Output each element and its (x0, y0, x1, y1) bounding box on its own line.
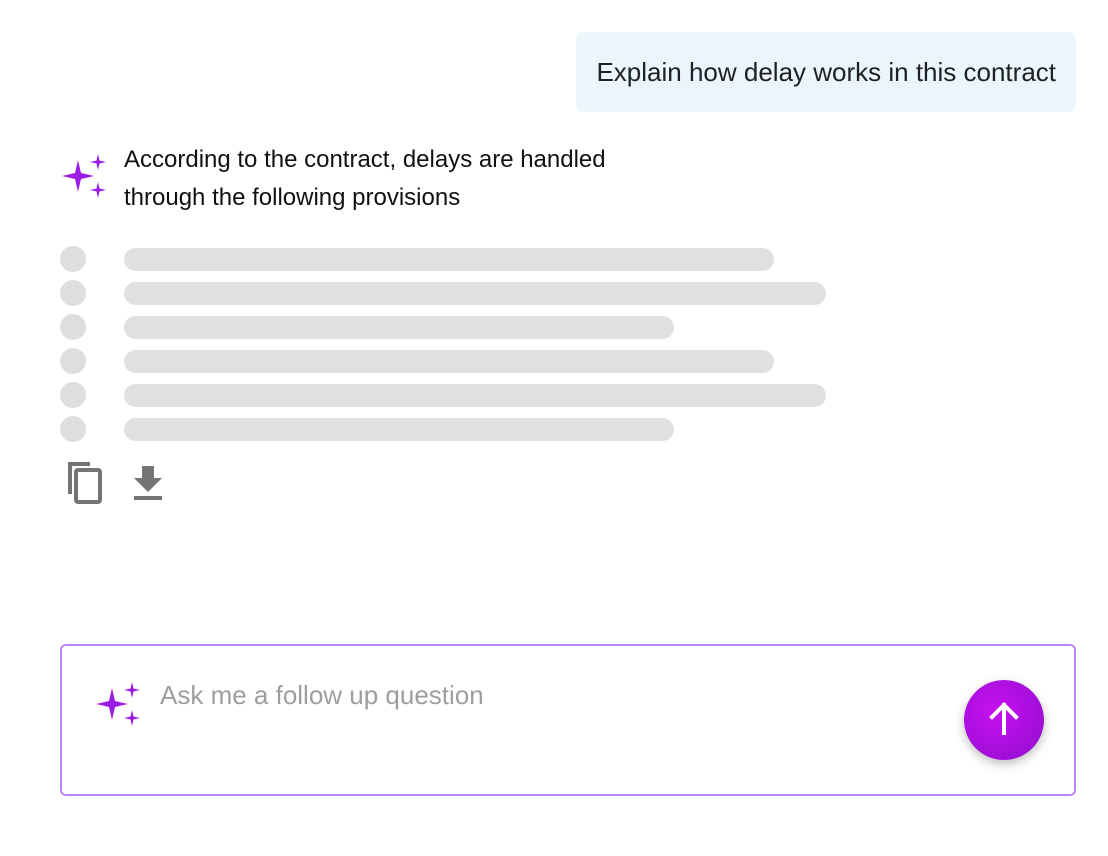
send-button[interactable] (964, 680, 1044, 760)
skeleton-row (60, 246, 826, 272)
user-message-bubble: Explain how delay works in this contract (576, 32, 1076, 112)
copy-button[interactable] (60, 460, 108, 508)
assistant-message: According to the contract, delays are ha… (124, 141, 684, 217)
skeleton-bullet (60, 382, 86, 408)
skeleton-line (124, 417, 674, 441)
skeleton-row (60, 314, 826, 340)
arrow-up-icon (984, 699, 1024, 742)
skeleton-line (124, 247, 774, 271)
assistant-message-line: According to the contract, delays are ha… (124, 146, 606, 173)
follow-up-question-input[interactable] (160, 680, 940, 711)
skeleton-bullet (60, 314, 86, 340)
skeleton-line (124, 315, 674, 339)
download-icon (130, 462, 166, 507)
skeleton-row (60, 416, 826, 442)
skeleton-line (124, 281, 826, 305)
skeleton-line (124, 383, 826, 407)
download-button[interactable] (124, 460, 172, 508)
assistant-message-line: through the following provisions (124, 184, 461, 211)
message-actions (60, 460, 172, 508)
skeleton-bullet (60, 280, 86, 306)
sparkle-icon (94, 682, 142, 730)
skeleton-row (60, 382, 826, 408)
sparkle-icon (60, 154, 108, 202)
skeleton-bullet (60, 348, 86, 374)
loading-skeleton-list (60, 246, 826, 451)
skeleton-row (60, 280, 826, 306)
skeleton-bullet (60, 416, 86, 442)
copy-icon (62, 458, 106, 511)
skeleton-row (60, 348, 826, 374)
user-message-text: Explain how delay works in this contract (596, 56, 1056, 87)
skeleton-line (124, 349, 774, 373)
follow-up-composer (60, 644, 1076, 796)
chat-page: Explain how delay works in this contract… (0, 0, 1108, 856)
skeleton-bullet (60, 246, 86, 272)
